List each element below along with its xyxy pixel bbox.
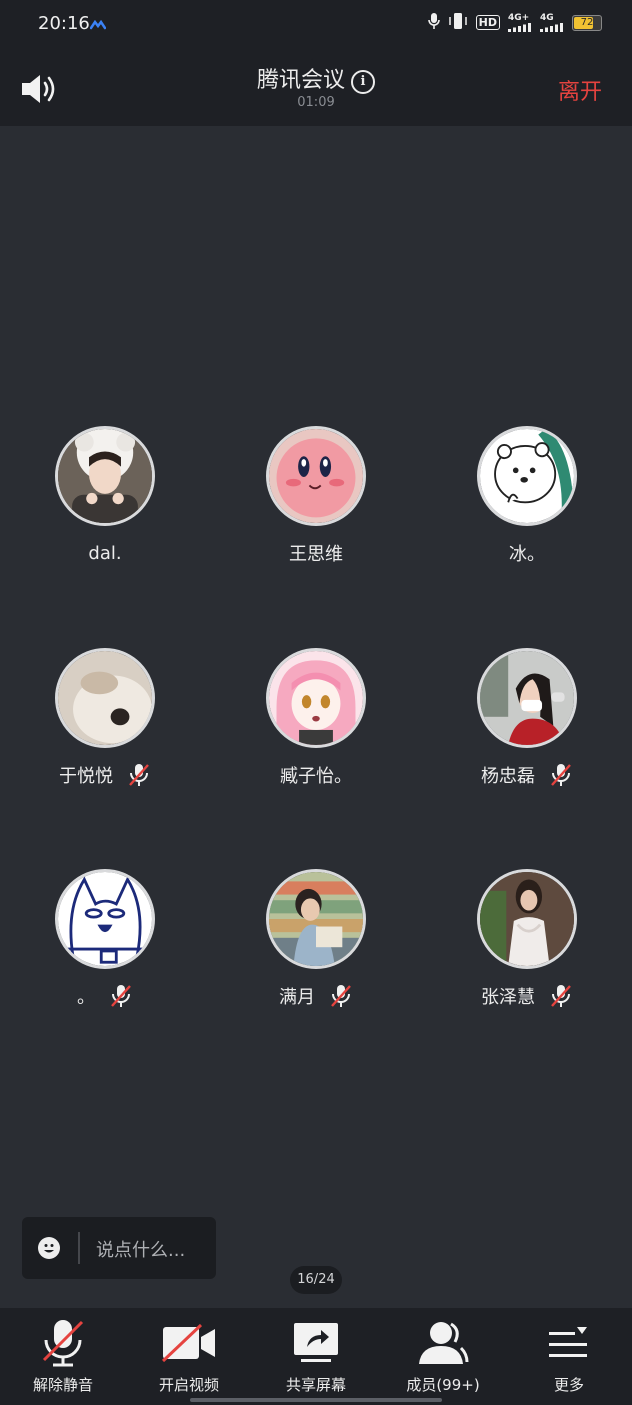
participant-name-row: 张泽慧 bbox=[427, 983, 627, 1009]
mic-off-icon bbox=[551, 985, 571, 1007]
participant-avatar bbox=[55, 426, 155, 526]
share-screen-label: 共享屏幕 bbox=[285, 1376, 346, 1394]
participant-avatar bbox=[477, 869, 577, 969]
status-bar: 20:16 HD 4G+ 4G 72 bbox=[0, 0, 632, 50]
participant-name-row: dal. bbox=[5, 540, 205, 566]
participant-avatar bbox=[55, 869, 155, 969]
more-button[interactable]: 更多 bbox=[509, 1318, 629, 1395]
participant-name-row: 满月 bbox=[216, 983, 416, 1009]
participant-tile[interactable]: 冰。 bbox=[427, 426, 627, 566]
mic-status-icon bbox=[427, 12, 440, 33]
battery-icon: 72 bbox=[572, 14, 602, 31]
info-icon[interactable]: i bbox=[351, 70, 375, 94]
participant-tile[interactable]: 王思维 bbox=[216, 426, 416, 566]
meeting-header: 腾讯会议 i 01:09 离开 bbox=[0, 50, 632, 126]
signal-1: 4G+ bbox=[508, 12, 532, 32]
status-time: 20:16 bbox=[38, 13, 90, 34]
page-indicator: 16/24 bbox=[290, 1266, 342, 1294]
share-screen-button[interactable]: 共享屏幕 bbox=[256, 1318, 376, 1395]
participant-name: 。 bbox=[77, 987, 95, 1008]
participant-name: 冰。 bbox=[509, 544, 545, 565]
participant-name-row: 于悦悦 bbox=[5, 762, 205, 788]
mic-off-icon bbox=[551, 764, 571, 786]
participant-name: dal. bbox=[88, 542, 122, 564]
participant-avatar bbox=[55, 648, 155, 748]
participant-tile[interactable]: 张泽慧 bbox=[427, 869, 627, 1009]
participant-tile[interactable]: 。 bbox=[5, 869, 205, 1009]
meeting-title: 腾讯会议 bbox=[256, 68, 345, 93]
members-label: 成员(99+) bbox=[406, 1376, 480, 1394]
more-menu-icon bbox=[549, 1327, 587, 1357]
mic-off-icon bbox=[331, 985, 351, 1007]
members-button[interactable]: 成员(99+) bbox=[383, 1318, 503, 1395]
participant-avatar bbox=[266, 869, 366, 969]
participant-tile[interactable]: 杨忠磊 bbox=[427, 648, 627, 788]
unmute-button[interactable]: 解除静音 bbox=[3, 1318, 123, 1395]
emoji-icon[interactable] bbox=[38, 1237, 60, 1259]
leave-button[interactable]: 离开 bbox=[558, 74, 602, 106]
participant-tile[interactable]: 于悦悦 bbox=[5, 648, 205, 788]
participant-avatar bbox=[477, 426, 577, 526]
participant-name: 于悦悦 bbox=[59, 766, 113, 787]
participant-name: 张泽慧 bbox=[481, 987, 535, 1008]
participant-name-row: 杨忠磊 bbox=[427, 762, 627, 788]
home-indicator[interactable] bbox=[190, 1398, 442, 1402]
participant-name-row: 冰。 bbox=[427, 540, 627, 566]
share-screen-icon bbox=[294, 1323, 338, 1362]
chat-placeholder: 说点什么... bbox=[96, 1240, 186, 1261]
participant-name: 满月 bbox=[279, 987, 315, 1008]
meeting-title-row: 腾讯会议 i bbox=[0, 62, 632, 94]
participant-avatar bbox=[266, 426, 366, 526]
participant-tile[interactable]: 臧子怡。 bbox=[216, 648, 416, 788]
participant-name: 杨忠磊 bbox=[481, 766, 535, 787]
video-off-icon bbox=[161, 1323, 215, 1363]
participant-tile[interactable]: dal. bbox=[5, 426, 205, 566]
participant-tile[interactable]: 满月 bbox=[216, 869, 416, 1009]
vibrate-icon bbox=[448, 12, 468, 33]
participant-name-row: 臧子怡。 bbox=[216, 762, 416, 788]
meeting-timer: 01:09 bbox=[297, 95, 335, 110]
signal-2-label: 4G bbox=[540, 12, 554, 23]
start-video-button[interactable]: 开启视频 bbox=[129, 1318, 249, 1395]
status-indicators: HD 4G+ 4G 72 bbox=[427, 12, 602, 33]
participant-avatar bbox=[266, 648, 366, 748]
unmute-label: 解除静音 bbox=[32, 1376, 93, 1394]
app-notification-icon bbox=[89, 15, 107, 34]
participant-avatar bbox=[477, 648, 577, 748]
mic-muted-icon bbox=[42, 1320, 84, 1367]
members-icon bbox=[419, 1322, 469, 1364]
participant-name-row: 王思维 bbox=[216, 540, 416, 566]
mic-off-icon bbox=[129, 764, 149, 786]
mic-off-icon bbox=[111, 985, 131, 1007]
signal-2: 4G bbox=[540, 12, 564, 32]
participant-name: 臧子怡。 bbox=[280, 766, 352, 787]
battery-level: 72 bbox=[580, 16, 594, 28]
bottom-toolbar: 解除静音 开启视频 共享屏幕 成员(99+) 更多 bbox=[0, 1308, 632, 1405]
participant-name: 王思维 bbox=[289, 544, 343, 565]
hd-badge: HD bbox=[475, 15, 500, 30]
signal-1-label: 4G+ bbox=[508, 12, 530, 23]
more-label: 更多 bbox=[553, 1376, 584, 1394]
participant-name-row: 。 bbox=[5, 983, 205, 1009]
start-video-label: 开启视频 bbox=[158, 1376, 219, 1394]
chat-input[interactable]: 说点什么... bbox=[22, 1217, 216, 1279]
chat-divider bbox=[78, 1232, 80, 1264]
